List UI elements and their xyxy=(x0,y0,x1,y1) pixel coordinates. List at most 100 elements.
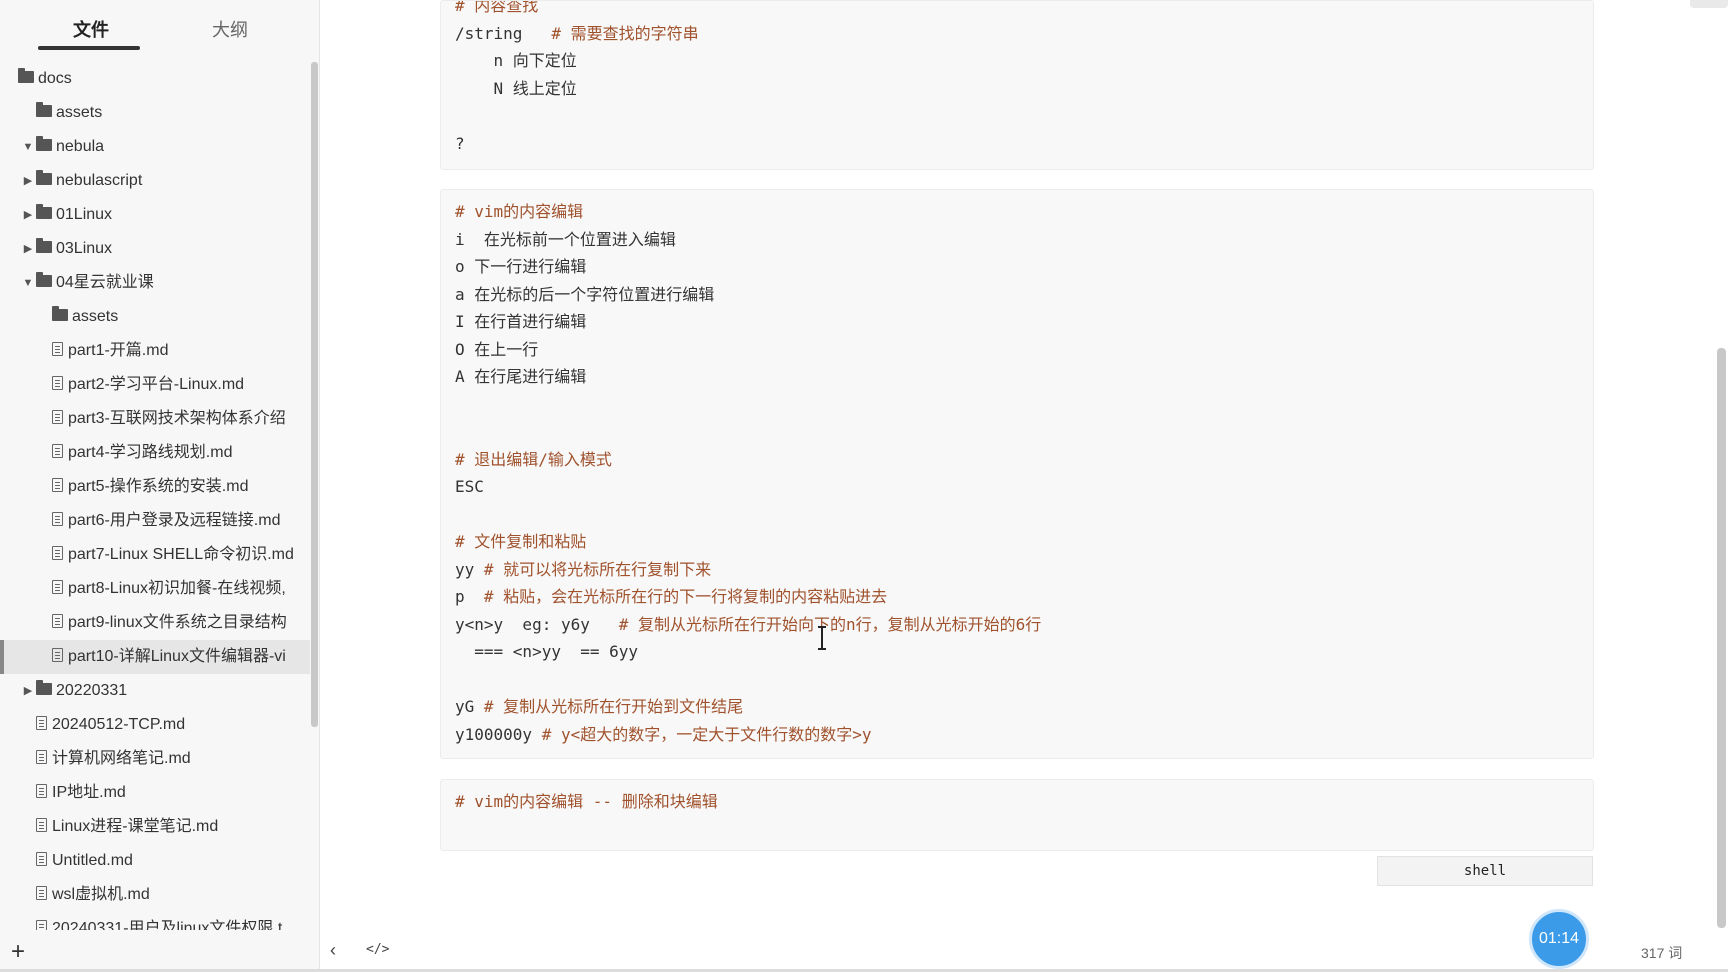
tree-item-label: Untitled.md xyxy=(52,852,133,869)
tree-folder-item[interactable]: ▼ 04星云就业课 xyxy=(0,266,310,300)
tree-folder-item[interactable]: ▶ 03Linux xyxy=(0,232,310,266)
code-text: n 向下定位 xyxy=(455,51,577,70)
code-line: I 在行首进行编辑 xyxy=(455,308,586,336)
tree-file-item[interactable]: part5-操作系统的安装.md xyxy=(0,470,310,504)
code-line: p # 粘贴，会在光标所在行的下一行将复制的内容粘贴进去 xyxy=(455,583,887,611)
tree-file-item[interactable]: part4-学习路线规划.md xyxy=(0,436,310,470)
file-icon xyxy=(36,851,47,866)
tree-file-item[interactable]: part3-互联网技术架构体系介绍 xyxy=(0,402,310,436)
code-block-edit[interactable]: # vim的内容编辑 i 在光标前一个位置进入编辑 o 下一行进行编辑 a 在光标的后… xyxy=(440,189,1594,759)
tree-folder-item[interactable]: assets xyxy=(0,300,310,334)
file-icon xyxy=(52,579,63,594)
tree-file-item[interactable]: Untitled.md xyxy=(0,844,310,878)
code-block-delete[interactable]: # vim的内容编辑 -- 删除和块编辑 xyxy=(440,779,1594,851)
folder-icon xyxy=(36,136,52,151)
code-text: y<n>y eg: y6y xyxy=(455,614,619,634)
sidebar-footer: + xyxy=(0,930,320,972)
tree-item-label: part2-学习平台-Linux.md xyxy=(68,376,245,393)
tree-item-label: nebulascript xyxy=(56,172,143,190)
code-text: I 在行首进行编辑 xyxy=(455,312,587,331)
tree-folder-item[interactable]: ▼ nebula xyxy=(0,130,310,164)
tree-folder-item[interactable]: ▶ 20220331 xyxy=(0,674,310,708)
code-line: # vim的内容编辑 xyxy=(455,198,583,226)
folder-icon xyxy=(36,101,52,117)
chevron-right-icon[interactable]: ▶ xyxy=(22,164,34,198)
tree-file-item[interactable]: part10-详解Linux文件编辑器-vi xyxy=(0,640,310,674)
file-icon xyxy=(52,511,63,526)
add-icon[interactable]: + xyxy=(8,938,28,966)
tree-item-label: 计算机网络笔记.md xyxy=(52,750,191,767)
file-icon xyxy=(36,817,47,832)
code-line: # 退出编辑/输入模式 xyxy=(455,446,612,474)
chevron-left-icon[interactable]: ‹ xyxy=(330,940,336,961)
code-text: O 在上一行 xyxy=(455,339,539,359)
tree-file-item[interactable]: part2-学习平台-Linux.md xyxy=(0,368,310,402)
code-line: n 向下定位 xyxy=(455,47,577,75)
code-text: N 线上定位 xyxy=(455,78,577,98)
tree-item-label: Linux进程-课堂笔记.md xyxy=(52,818,219,835)
tree-file-item[interactable]: part8-Linux初识加餐-在线视频, xyxy=(0,572,310,606)
code-line: o 下一行进行编辑 xyxy=(455,253,586,281)
tree-item-label: part7-Linux SHELL命令初识.md xyxy=(68,546,294,563)
tree-item-label: part1-开篇.md xyxy=(68,342,169,359)
folder-icon xyxy=(36,204,52,219)
code-comment: # 需要查找的字符串 xyxy=(551,23,699,43)
tree-item-label: nebula xyxy=(56,138,105,156)
tree-item-label: part10-详解Linux文件编辑器-vi xyxy=(68,648,286,665)
tab-files[interactable]: 文件 xyxy=(73,16,109,42)
file-icon xyxy=(52,443,63,458)
tree-file-item[interactable]: 20240331-用户及linux文件权限.t xyxy=(0,912,310,930)
tree-folder-item[interactable]: docs xyxy=(0,62,310,96)
tree-item-label: 20240331-用户及linux文件权限.t xyxy=(52,920,283,930)
code-comment: # 文件复制和粘贴 xyxy=(455,532,587,551)
code-line: y100000y # y<超大的数字，一定大于文件行数的数字>y xyxy=(455,721,872,749)
file-icon xyxy=(36,885,47,900)
word-count[interactable]: 317 词 xyxy=(1641,943,1682,963)
code-text: o 下一行进行编辑 xyxy=(455,257,587,276)
tree-file-item[interactable]: wsl虚拟机.md xyxy=(0,878,310,912)
code-line: N 线上定位 xyxy=(455,75,577,103)
tree-item-label: assets xyxy=(72,308,119,325)
tree-file-item[interactable]: part1-开篇.md xyxy=(0,334,310,368)
code-comment: # 粘贴，会在光标所在行的下一行将复制的内容粘贴进去 xyxy=(483,587,888,606)
file-icon xyxy=(52,341,63,356)
tree-folder-item[interactable]: ▶ 01Linux xyxy=(0,198,310,232)
code-language-input[interactable]: shell xyxy=(1377,856,1593,886)
chevron-down-icon[interactable]: ▼ xyxy=(22,130,34,164)
folder-icon xyxy=(36,170,52,185)
tree-file-item[interactable]: IP地址.md xyxy=(0,776,310,810)
sidebar: 文件 大纲 docs assets ▼ nebula ▶ nebulascript ▶ 01L… xyxy=(0,0,320,972)
timer-badge[interactable]: 01:14 xyxy=(1529,909,1589,969)
sidebar-scrollbar[interactable] xyxy=(311,62,318,727)
tree-file-item[interactable]: 20240512-TCP.md xyxy=(0,708,310,742)
chevron-down-icon[interactable]: ▼ xyxy=(22,266,34,300)
chevron-right-icon[interactable]: ▶ xyxy=(22,198,34,232)
code-block-search[interactable]: # 内容查找/string # 需要查找的字符串 n 向下定位 N 线上定位? xyxy=(440,0,1594,170)
tree-item-label: 04星云就业课 xyxy=(56,274,154,292)
tree-file-item[interactable]: part6-用户登录及远程链接.md xyxy=(0,504,310,538)
code-line: /string # 需要查找的字符串 xyxy=(455,20,699,48)
tree-file-item[interactable]: part9-linux文件系统之目录结构 xyxy=(0,606,310,640)
code-text: A 在行尾进行编辑 xyxy=(455,367,587,386)
file-icon xyxy=(52,613,63,628)
file-icon xyxy=(52,545,63,560)
tree-item-label: IP地址.md xyxy=(52,784,126,801)
tree-file-item[interactable]: 计算机网络笔记.md xyxy=(0,742,310,776)
source-code-toggle-icon[interactable]: </> xyxy=(366,942,389,957)
file-icon xyxy=(36,749,47,764)
chevron-right-icon[interactable]: ▶ xyxy=(22,674,34,708)
tree-file-item[interactable]: part7-Linux SHELL命令初识.md xyxy=(0,538,310,572)
chevron-right-icon[interactable]: ▶ xyxy=(22,232,34,266)
tab-outline[interactable]: 大纲 xyxy=(212,16,248,42)
tree-folder-item[interactable]: assets xyxy=(0,96,310,130)
tree-folder-item[interactable]: ▶ nebulascript xyxy=(0,164,310,198)
tree-item-label: 20240512-TCP.md xyxy=(52,716,186,733)
code-line: i 在光标前一个位置进入编辑 xyxy=(455,226,676,254)
window-edge-mark xyxy=(1690,0,1728,8)
code-text: p xyxy=(455,587,484,606)
tree-file-item[interactable]: Linux进程-课堂笔记.md xyxy=(0,810,310,844)
tree-item-label: part6-用户登录及远程链接.md xyxy=(68,512,281,529)
main-scrollbar[interactable] xyxy=(1717,348,1726,928)
file-icon xyxy=(52,409,63,424)
file-icon xyxy=(36,715,47,730)
